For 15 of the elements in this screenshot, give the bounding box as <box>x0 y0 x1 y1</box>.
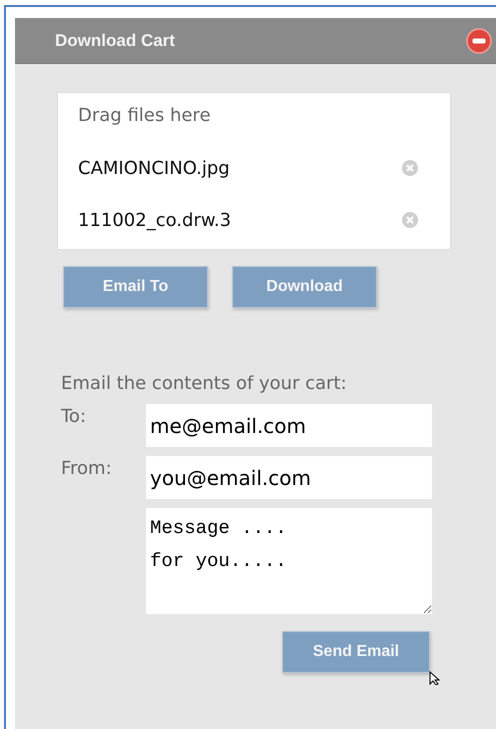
file-name: CAMIONCINO.jpg <box>78 158 230 178</box>
file-name: 111002_co.drw.3 <box>78 210 232 230</box>
drop-hint: Drag files here <box>78 105 212 126</box>
message-field[interactable]: Message .... for you..... <box>146 508 432 614</box>
to-label: To: <box>61 405 88 427</box>
from-label: From: <box>61 457 113 479</box>
remove-icon[interactable] <box>402 212 418 228</box>
drop-zone[interactable]: Drag files here CAMIONCINO.jpg 111002_co.drw.3 <box>57 92 451 250</box>
remove-icon[interactable] <box>402 160 418 176</box>
form-intro: Email the contents of your cart: <box>61 372 348 396</box>
to-field[interactable]: me@email.com <box>146 404 432 447</box>
from-field[interactable]: you@email.com <box>146 456 432 499</box>
pointer-icon <box>429 671 443 685</box>
close-icon[interactable] <box>466 28 492 54</box>
panel-title: Download Cart <box>55 30 175 50</box>
